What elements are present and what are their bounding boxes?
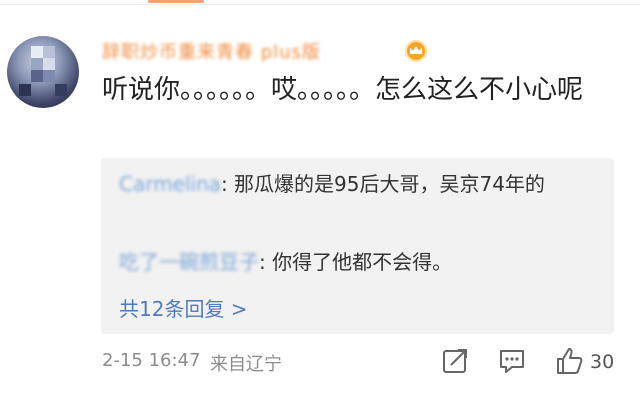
- like-count: 30: [590, 351, 615, 373]
- reply-text: : 那瓜爆的是95后大哥，吴京74年的: [220, 172, 545, 196]
- avatar[interactable]: [7, 36, 79, 108]
- vip-icon: [405, 40, 427, 62]
- share-icon[interactable]: [440, 346, 470, 376]
- more-replies-link[interactable]: 共12条回复 >: [119, 293, 248, 322]
- comment-text: 听说你。。。。。。哎。。。。。怎么这么不小心呢: [102, 75, 584, 105]
- reply-text: : 你得了他都不会得。: [259, 250, 453, 274]
- comment-icon[interactable]: [497, 346, 527, 376]
- like-icon[interactable]: [554, 346, 584, 376]
- reply-username[interactable]: Carmelina: [119, 172, 221, 196]
- comment-location: 来自辽宁: [210, 354, 282, 375]
- top-divider: [0, 4, 640, 5]
- reply-box[interactable]: Carmelina: 那瓜爆的是95后大哥，吴京74年的 吃了一碗煎豆子: 你得…: [101, 158, 614, 334]
- reply-item[interactable]: 吃了一碗煎豆子: 你得了他都不会得。: [119, 246, 599, 279]
- comment-username[interactable]: 辞职炒币重来青春 plus版: [102, 38, 321, 64]
- reply-username[interactable]: 吃了一碗煎豆子: [119, 250, 259, 274]
- reply-item[interactable]: Carmelina: 那瓜爆的是95后大哥，吴京74年的: [119, 168, 599, 201]
- top-tab-indicator: [148, 0, 204, 3]
- comment-timestamp: 2-15 16:47: [102, 350, 201, 371]
